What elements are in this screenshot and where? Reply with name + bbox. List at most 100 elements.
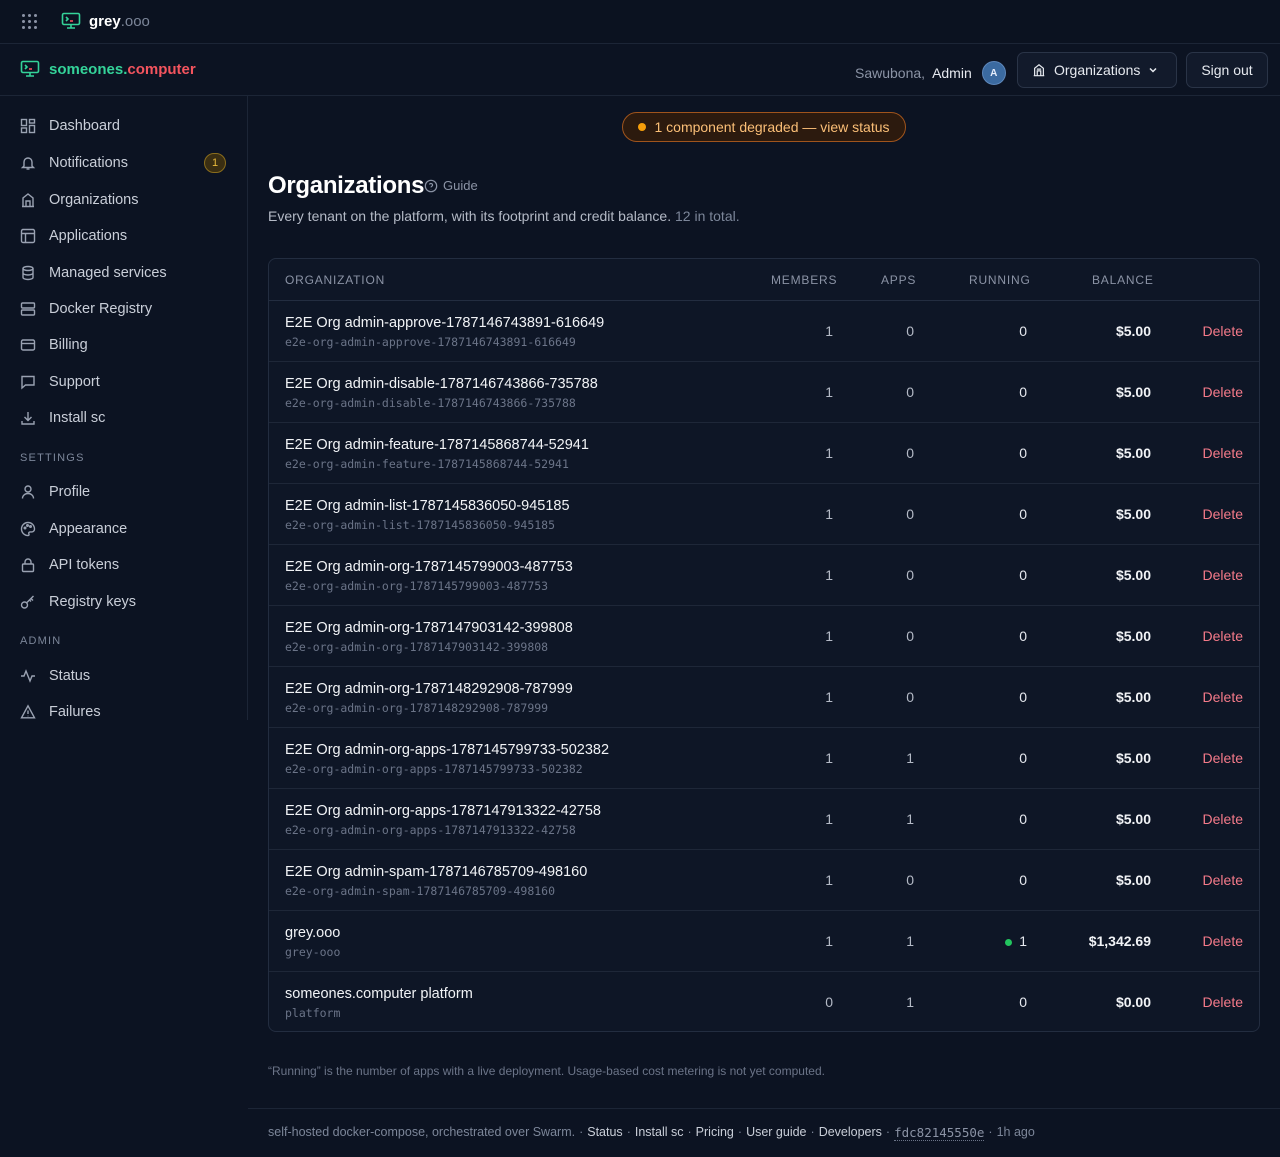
logo[interactable]: someones.computer <box>20 60 196 78</box>
table-row[interactable]: E2E Org admin-approve-1787146743891-6166… <box>269 301 1259 362</box>
layout-icon <box>20 228 36 244</box>
sidebar-item-support[interactable]: Support <box>20 368 228 396</box>
sidebar-item-label: Profile <box>49 484 91 500</box>
delete-button[interactable]: Delete <box>1203 384 1243 400</box>
balance-value: $5.00 <box>1115 567 1151 583</box>
build-age: 1h ago <box>996 1125 1035 1139</box>
org-name[interactable]: E2E Org admin-org-apps-1787147913322-427… <box>285 803 601 819</box>
balance-value: $5.00 <box>1115 689 1151 705</box>
palette-icon <box>20 521 36 537</box>
org-name[interactable]: E2E Org admin-approve-1787146743891-6166… <box>285 315 604 331</box>
running-count: 0 <box>1019 872 1027 888</box>
sidebar-item-label: Dashboard <box>49 118 120 134</box>
delete-button[interactable]: Delete <box>1203 628 1243 644</box>
sidebar-item-organizations[interactable]: Organizations <box>20 186 228 214</box>
sidebar-item-label: Applications <box>49 228 128 244</box>
org-slug: e2e-org-admin-spam-1787146785709-498160 <box>285 884 556 898</box>
footer-separator: · <box>626 1125 631 1139</box>
table-row[interactable]: E2E Org admin-org-1787147903142-399808 e2… <box>269 606 1259 667</box>
sidebar-item-registry-keys[interactable]: Registry keys <box>20 588 228 616</box>
guide-link[interactable]: Guide <box>424 178 478 193</box>
sidebar-item-install-sc[interactable]: Install sc <box>20 404 228 432</box>
sidebar-item-managed-services[interactable]: Managed services <box>20 259 228 287</box>
delete-button[interactable]: Delete <box>1203 811 1243 827</box>
org-name[interactable]: E2E Org admin-org-1787145799003-487753 <box>285 559 573 575</box>
org-name[interactable]: E2E Org admin-org-1787148292908-787999 <box>285 681 573 697</box>
header: someones.computer Sawubona, Admin A Orga… <box>0 44 1280 96</box>
sidebar-item-failures[interactable]: Failures <box>20 698 228 726</box>
sidebar-item-notifications[interactable]: Notifications 1 <box>20 149 228 177</box>
status-pill-text: 1 component degraded — view status <box>654 119 890 135</box>
balance-value: $0.00 <box>1115 994 1151 1010</box>
table-row[interactable]: E2E Org admin-org-1787145799003-487753 e2… <box>269 545 1259 606</box>
status-degraded-pill[interactable]: 1 component degraded — view status <box>622 112 906 142</box>
table-row[interactable]: E2E Org admin-disable-1787146743866-7357… <box>269 362 1259 423</box>
delete-button[interactable]: Delete <box>1203 445 1243 461</box>
table-row[interactable]: someones.computer platform platform 0 1 0 $0.… <box>269 972 1259 1031</box>
org-name[interactable]: E2E Org admin-spam-1787146785709-498160 <box>285 864 587 880</box>
table-row[interactable]: E2E Org admin-list-1787145836050-945185 e… <box>269 484 1259 545</box>
delete-button[interactable]: Delete <box>1203 506 1243 522</box>
org-name[interactable]: E2E Org admin-disable-1787146743866-7357… <box>285 376 598 392</box>
org-name[interactable]: grey.ooo <box>285 925 340 941</box>
delete-button[interactable]: Delete <box>1203 872 1243 888</box>
footer-link-status[interactable]: Status <box>587 1125 622 1141</box>
delete-button[interactable]: Delete <box>1203 994 1243 1010</box>
footer-separator: · <box>737 1125 743 1139</box>
delete-button[interactable]: Delete <box>1203 750 1243 766</box>
table-row[interactable]: E2E Org admin-org-1787148292908-787999 e2… <box>269 667 1259 728</box>
top-brand[interactable]: grey.ooo <box>61 12 150 30</box>
sidebar-item-status[interactable]: Status <box>20 662 228 690</box>
sidebar-item-appearance[interactable]: Appearance <box>20 515 228 543</box>
org-name[interactable]: someones.computer platform <box>285 986 473 1002</box>
avatar[interactable]: A <box>981 61 1006 85</box>
delete-button[interactable]: Delete <box>1203 567 1243 583</box>
running-count: 0 <box>1019 506 1027 522</box>
table-row[interactable]: E2E Org admin-feature-1787145868744-5294… <box>269 423 1259 484</box>
members-count: 1 <box>825 628 833 644</box>
members-count: 1 <box>825 750 833 766</box>
database-icon <box>22 265 34 281</box>
lock-icon <box>21 558 35 573</box>
table-row[interactable]: E2E Org admin-spam-1787146785709-498160 e… <box>269 850 1259 911</box>
sign-out-button[interactable]: Sign out <box>1186 52 1268 88</box>
delete-button[interactable]: Delete <box>1203 323 1243 339</box>
apps-count: 1 <box>906 933 914 949</box>
sidebar-item-label: API tokens <box>49 557 120 573</box>
commit-hash[interactable]: fdc82145550e <box>894 1125 985 1141</box>
members-count: 1 <box>825 811 833 827</box>
footer-link-user-guide[interactable]: User guide <box>746 1125 806 1141</box>
sidebar-item-api-tokens[interactable]: API tokens <box>20 551 228 579</box>
page-title: Organizations <box>268 172 425 199</box>
sidebar-item-docker-registry[interactable]: Docker Registry <box>20 295 228 323</box>
balance-value: $5.00 <box>1115 384 1151 400</box>
table-row[interactable]: E2E Org admin-org-apps-1787147913322-427… <box>269 789 1259 850</box>
sidebar: Dashboard Notifications 1 Organizations … <box>0 96 248 720</box>
table-row[interactable]: E2E Org admin-org-apps-1787145799733-502… <box>269 728 1259 789</box>
org-slug: e2e-org-admin-org-1787148292908-787999 <box>285 701 549 715</box>
org-name[interactable]: E2E Org admin-list-1787145836050-945185 <box>285 498 570 514</box>
sidebar-item-billing[interactable]: Billing <box>20 331 228 359</box>
footer-link-install-sc[interactable]: Install sc <box>635 1125 684 1141</box>
organizations-dropdown-button[interactable]: Organizations <box>1017 52 1177 88</box>
sidebar-item-dashboard[interactable]: Dashboard <box>20 112 228 140</box>
org-name[interactable]: E2E Org admin-org-apps-1787145799733-502… <box>285 742 609 758</box>
delete-button[interactable]: Delete <box>1203 933 1243 949</box>
org-name[interactable]: E2E Org admin-feature-1787145868744-5294… <box>285 437 589 453</box>
org-name[interactable]: E2E Org admin-org-1787147903142-399808 <box>285 620 573 636</box>
balance-value: $5.00 <box>1115 628 1151 644</box>
table-row[interactable]: grey.ooo grey-ooo 1 1 1 $1,342.69 Delete <box>269 911 1259 972</box>
apps-count: 0 <box>906 689 914 705</box>
footer-link-developers[interactable]: Developers <box>819 1125 882 1141</box>
sidebar-item-profile[interactable]: Profile <box>20 478 228 506</box>
sidebar-item-applications[interactable]: Applications <box>20 222 228 250</box>
sidebar-item-label: Appearance <box>49 521 128 537</box>
org-slug: e2e-org-admin-org-apps-1787147913322-427… <box>285 823 576 837</box>
sidebar-item-label: Docker Registry <box>49 301 153 317</box>
guide-label: Guide <box>443 178 478 193</box>
running-count: 0 <box>1019 567 1027 583</box>
delete-button[interactable]: Delete <box>1203 689 1243 705</box>
apps-grid-icon[interactable] <box>22 14 38 30</box>
footer-link-pricing[interactable]: Pricing <box>696 1125 734 1141</box>
members-count: 1 <box>825 445 833 461</box>
